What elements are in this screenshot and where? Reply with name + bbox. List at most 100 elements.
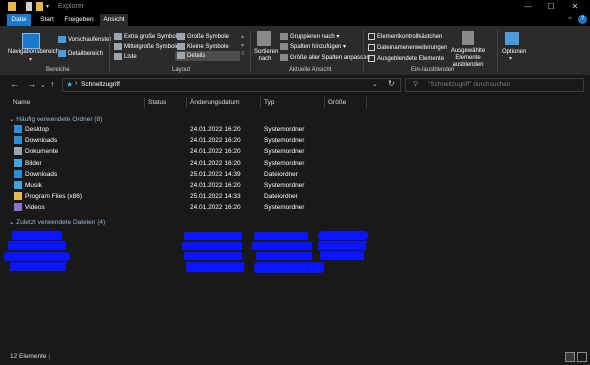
column-header-size[interactable]: Größe — [328, 99, 346, 106]
layout-scroll-up-icon[interactable]: ▴ — [241, 33, 244, 40]
layout-details[interactable]: Details — [175, 51, 240, 61]
layout-large-icons[interactable]: Große Symbole — [177, 33, 229, 40]
maximize-button[interactable]: ☐ — [541, 2, 561, 11]
recent-locations-chevron-icon[interactable]: ⌄ — [40, 81, 46, 89]
size-all-columns-button[interactable]: Größe aller Spalten anpassen — [280, 54, 370, 61]
details-pane-button[interactable]: Detailbereich — [58, 50, 103, 57]
options-icon[interactable] — [505, 32, 519, 45]
column-header-status[interactable]: Status — [148, 99, 166, 106]
layout-medium-icons[interactable]: Mittelgroße Symbole — [114, 43, 179, 50]
music-icon — [14, 181, 22, 189]
properties-icon[interactable] — [26, 2, 32, 11]
breadcrumb-quick-access[interactable]: Schnellzugriff — [81, 81, 120, 88]
redaction-mark — [184, 252, 242, 260]
redaction-mark — [252, 242, 312, 250]
layout-list[interactable]: Liste — [114, 53, 137, 60]
minimize-button[interactable]: — — [518, 2, 538, 11]
details-view-button[interactable] — [565, 352, 575, 362]
close-button[interactable]: ✕ — [565, 2, 585, 11]
navigation-pane-dropdown-icon[interactable]: ▾ — [29, 56, 32, 63]
column-header-date[interactable]: Änderungsdatum — [190, 99, 240, 106]
list-item[interactable]: Bilder 24.01.2022 16:20 Systemordner — [10, 158, 360, 169]
redaction-mark — [186, 262, 244, 272]
checkbox-icon[interactable] — [368, 55, 375, 62]
navigation-pane-button[interactable]: Navigationsbereich — [8, 49, 59, 55]
group-header-recent[interactable]: ⌄ Zuletzt verwendete Dateien (4) — [9, 218, 105, 226]
search-input[interactable]: "Schnellzugriff" durchsuchen — [428, 81, 511, 88]
options-button[interactable]: Optionen — [502, 49, 526, 55]
tab-freigeben[interactable]: Freigeben — [62, 14, 96, 26]
search-icon: ⚲ — [413, 81, 419, 88]
group-collapse-chevron-icon[interactable]: ⌄ — [9, 219, 14, 226]
redaction-mark — [8, 241, 66, 250]
address-bar[interactable]: ★ › Schnellzugriff ⌄ ↻ — [62, 78, 401, 92]
search-box[interactable]: ⚲ "Schnellzugriff" durchsuchen — [405, 78, 584, 92]
layout-small-icons[interactable]: Kleine Symbole — [177, 43, 229, 50]
item-date: 25.01.2022 14:39 — [190, 170, 241, 178]
list-item[interactable]: Downloads 24.01.2022 16:20 Systemordner — [10, 135, 360, 146]
column-header-type[interactable]: Typ — [264, 99, 274, 106]
tab-start[interactable]: Start — [36, 14, 58, 26]
column-header-name[interactable]: Name — [13, 99, 30, 106]
list-item[interactable]: Downloads 25.01.2022 14:39 Dateiordner — [10, 169, 360, 180]
item-date: 25.01.2022 14:33 — [190, 193, 241, 201]
quick-access-star-icon: ★ — [66, 80, 74, 89]
tab-datei[interactable]: Datei — [7, 14, 31, 26]
up-arrow-icon[interactable]: ↑ — [50, 79, 55, 89]
quick-access-toolbar-dropdown-icon[interactable]: ▾ — [46, 3, 54, 12]
group-label-show-hide: Ein-/ausblenden — [411, 67, 455, 73]
size-columns-icon — [280, 54, 288, 61]
list-item[interactable]: Videos 24.01.2022 16:20 Systemordner — [10, 202, 360, 213]
preview-pane-button[interactable]: Vorschaufenster — [58, 36, 111, 43]
list-item[interactable]: Musik 24.01.2022 16:20 Systemordner — [10, 180, 360, 191]
list-item[interactable]: Program Files (x86) 25.01.2022 14:33 Datei… — [10, 191, 360, 202]
videos-icon — [14, 203, 22, 212]
layout-scroll-down-icon[interactable]: ▾ — [241, 42, 244, 49]
item-type: Systemordner — [264, 182, 305, 189]
column-divider[interactable] — [260, 97, 261, 108]
sort-icon[interactable] — [257, 31, 271, 46]
help-icon[interactable]: ? — [578, 15, 587, 24]
back-arrow-icon[interactable]: ← — [10, 79, 19, 89]
list-item[interactable]: Desktop 24.01.2022 16:20 Systemordner — [10, 124, 360, 135]
item-checkboxes-toggle[interactable]: Elementkontrollkästchen — [368, 33, 442, 40]
layout-extra-large-icons[interactable]: Extra große Symbole — [114, 33, 180, 40]
redaction-mark — [12, 231, 62, 240]
item-date: 24.01.2022 16:20 — [190, 159, 241, 167]
hide-selected-icon[interactable] — [462, 31, 474, 45]
group-header-frequent[interactable]: ⌄ Häufig verwendete Ordner (8) — [9, 115, 102, 123]
extra-large-icons-icon — [114, 33, 122, 40]
hide-selected-button[interactable]: Ausgewählte Elemente ausblenden — [440, 48, 496, 69]
group-by-button[interactable]: Gruppieren nach ▾ — [280, 33, 339, 40]
sort-button[interactable]: Sortieren nach — [254, 49, 278, 63]
forward-arrow-icon[interactable]: → — [27, 79, 36, 89]
checkbox-icon[interactable] — [368, 44, 375, 51]
checkbox-icon[interactable] — [368, 33, 375, 40]
tab-ansicht[interactable]: Ansicht — [100, 14, 128, 26]
column-divider[interactable] — [144, 97, 145, 108]
column-divider[interactable] — [366, 97, 367, 108]
refresh-icon[interactable]: ↻ — [388, 79, 395, 88]
group-collapse-chevron-icon[interactable]: ⌄ — [9, 116, 14, 123]
address-dropdown-icon[interactable]: ⌄ — [372, 80, 378, 88]
options-dropdown-icon[interactable]: ▾ — [509, 55, 512, 62]
ribbon-tabs: Datei Start Freigeben Ansicht ⌃ ? — [0, 14, 590, 26]
column-divider[interactable] — [186, 97, 187, 108]
breadcrumb-separator-icon[interactable]: › — [75, 80, 77, 87]
redaction-mark — [320, 251, 364, 260]
navigation-pane-icon[interactable] — [22, 33, 40, 49]
hidden-items-toggle[interactable]: Ausgeblendete Elemente — [368, 55, 444, 62]
group-label-bereiche: Bereiche — [46, 67, 70, 73]
file-extensions-toggle[interactable]: Dateinamenerweiterungen — [368, 44, 447, 51]
collapse-ribbon-icon[interactable]: ⌃ — [567, 16, 573, 24]
large-icons-view-button[interactable] — [577, 352, 587, 362]
item-name: Program Files (x86) — [25, 193, 83, 201]
redaction-mark — [10, 262, 66, 271]
column-divider[interactable] — [324, 97, 325, 108]
add-columns-button[interactable]: Spalten hinzufügen ▾ — [280, 43, 346, 50]
redaction-mark — [182, 242, 242, 250]
new-folder-icon[interactable] — [36, 2, 43, 11]
layout-more-icon[interactable]: ≡ — [241, 51, 245, 57]
redaction-mark — [318, 241, 366, 250]
list-item[interactable]: Dokumente 24.01.2022 16:20 Systemordner — [10, 146, 360, 157]
